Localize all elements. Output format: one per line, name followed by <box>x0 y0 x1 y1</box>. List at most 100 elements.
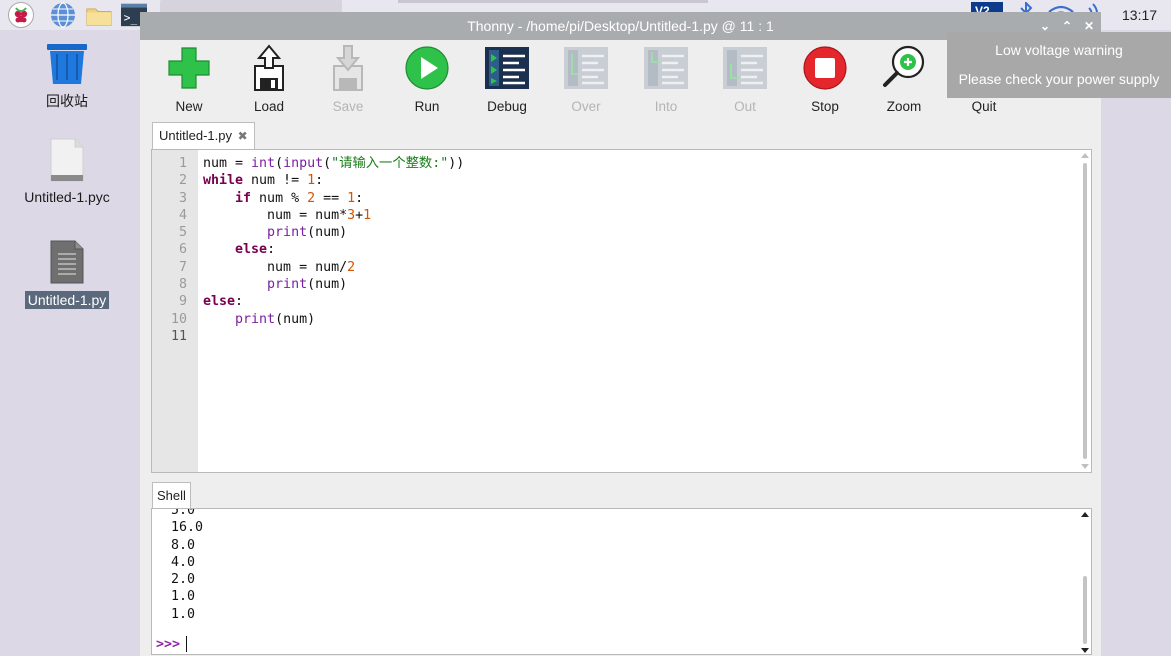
editor-tab[interactable]: Untitled-1.py ✖ <box>152 122 255 149</box>
close-tab-icon[interactable]: ✖ <box>238 129 248 143</box>
zoom-label: Zoom <box>886 99 922 114</box>
desktop-item-label: Untitled-1.pyc <box>24 189 110 205</box>
quit-label: Quit <box>971 99 997 114</box>
code-line: print(num) <box>267 225 348 241</box>
shell-output-line: 4.0 <box>171 554 196 570</box>
run-icon <box>405 46 449 90</box>
shell-output-line: 2.0 <box>171 572 196 588</box>
text-file-icon <box>50 240 84 284</box>
thonny-window: Thonny - /home/pi/Desktop/Untitled-1.py … <box>140 12 1101 656</box>
line-number: 5 <box>178 225 187 241</box>
debug-button[interactable]: Debug <box>471 44 543 114</box>
text-cursor <box>186 636 188 652</box>
code-line: if num % 2 == 1: <box>235 190 364 206</box>
new-button[interactable]: New <box>153 44 225 114</box>
save-icon <box>333 45 363 91</box>
shell-output: 5.0 16.0 8.0 4.0 2.0 1.0 1.0 <box>171 508 204 623</box>
line-number: 7 <box>178 259 187 275</box>
shell-output-line: 8.0 <box>171 537 196 553</box>
shell-scrollbar[interactable] <box>1080 510 1090 653</box>
shell-output-line: 5.0 <box>171 508 196 518</box>
low-voltage-notification[interactable]: Low voltage warning Please check your po… <box>947 32 1171 98</box>
step-into-icon <box>644 47 688 89</box>
editor-tab-label: Untitled-1.py <box>159 128 232 143</box>
shell-output-line: 16.0 <box>171 520 204 536</box>
minimize-button[interactable]: ⌄ <box>1040 19 1050 33</box>
close-button[interactable]: ✕ <box>1084 19 1094 33</box>
load-button[interactable]: Load <box>233 44 305 114</box>
maximize-button[interactable]: ⌃ <box>1062 19 1072 33</box>
into-label: Into <box>654 99 678 114</box>
line-number: 2 <box>178 173 187 189</box>
load-label: Load <box>253 99 285 114</box>
run-label: Run <box>414 99 440 114</box>
line-number-gutter: 1 2 3 4 5 6 7 8 9 10 11 <box>152 150 198 472</box>
desktop-item-label: Untitled-1.py <box>24 291 110 309</box>
code-line: num = int(input("请输入一个整数:")) <box>203 156 465 171</box>
shell-output-line: 1.0 <box>171 606 196 622</box>
line-number: 8 <box>178 277 187 293</box>
load-icon <box>254 44 284 91</box>
editor-scrollbar[interactable] <box>1080 151 1090 471</box>
code-line: num = num*3+1 <box>203 207 372 223</box>
notification-title: Low voltage warning <box>995 42 1123 58</box>
code-line: else: <box>203 294 244 310</box>
run-button[interactable]: Run <box>391 44 463 114</box>
debug-icon <box>485 47 529 89</box>
save-button[interactable]: Save <box>312 44 384 114</box>
desktop-file-pyc[interactable]: Untitled-1.pyc <box>10 138 124 205</box>
step-out-button[interactable]: Out <box>709 44 781 114</box>
shell-tab[interactable]: Shell <box>152 482 191 509</box>
save-label: Save <box>332 99 364 114</box>
code-line: print(num) <box>267 277 348 293</box>
recycle-bin-icon <box>47 44 87 84</box>
out-label: Out <box>734 99 756 114</box>
new-file-icon <box>168 47 210 89</box>
line-number: 11 <box>170 328 187 344</box>
step-over-button[interactable]: Over <box>550 44 622 114</box>
debug-label: Debug <box>487 99 527 114</box>
code-line: num = num/2 <box>203 259 356 275</box>
shell-output-line: 1.0 <box>171 589 196 605</box>
stop-button[interactable]: Stop <box>789 44 861 114</box>
step-over-icon <box>564 47 608 89</box>
desktop-file-py[interactable]: Untitled-1.py <box>10 240 124 309</box>
shell-panel[interactable]: 5.0 16.0 8.0 4.0 2.0 1.0 1.0 >>> <box>151 508 1092 655</box>
scroll-down-icon[interactable] <box>1081 648 1089 653</box>
desktop-recycle-bin[interactable]: 回收站 <box>22 44 112 111</box>
scroll-up-icon[interactable] <box>1081 512 1089 517</box>
line-number: 4 <box>178 207 187 223</box>
file-manager-icon[interactable] <box>86 2 112 28</box>
desktop-item-label: 回收站 <box>46 93 88 109</box>
line-number: 6 <box>178 242 187 258</box>
scrollbar-thumb[interactable] <box>1083 576 1087 644</box>
stop-label: Stop <box>811 99 839 114</box>
over-label: Over <box>571 99 601 114</box>
raspberry-menu-icon[interactable] <box>8 2 34 28</box>
web-browser-icon[interactable] <box>50 2 76 28</box>
step-out-icon <box>723 47 767 89</box>
shell-prompt: >>> <box>156 637 181 652</box>
line-number: 1 <box>178 156 187 171</box>
clock[interactable]: 13:17 <box>1122 7 1157 23</box>
line-number: 3 <box>178 190 187 206</box>
step-into-button[interactable]: Into <box>630 44 702 114</box>
new-label: New <box>175 99 203 114</box>
scroll-up-icon[interactable] <box>1081 153 1089 158</box>
scrollbar-thumb[interactable] <box>1083 163 1087 459</box>
code-line: else: <box>235 242 276 258</box>
line-number: 10 <box>170 311 187 327</box>
stop-icon <box>803 46 847 90</box>
svg-text:>_: >_ <box>124 12 138 25</box>
line-numbers: 1 2 3 4 5 6 7 8 9 10 11 <box>152 155 187 345</box>
code-area[interactable]: num = int(input("请输入一个整数:")) while num !… <box>203 155 464 328</box>
code-editor[interactable]: 1 2 3 4 5 6 7 8 9 10 11 num = int(input("请输入一个整数:"… <box>151 149 1092 473</box>
file-icon <box>50 138 84 182</box>
shell-prompt-row[interactable]: >>> <box>156 636 188 652</box>
zoom-icon <box>883 45 925 87</box>
taskbar-second-item[interactable] <box>398 0 708 3</box>
code-line: while num != 1: <box>203 173 324 189</box>
notification-message: Please check your power supply <box>958 71 1160 87</box>
scroll-down-icon[interactable] <box>1081 464 1089 469</box>
zoom-button[interactable]: Zoom <box>868 44 940 114</box>
